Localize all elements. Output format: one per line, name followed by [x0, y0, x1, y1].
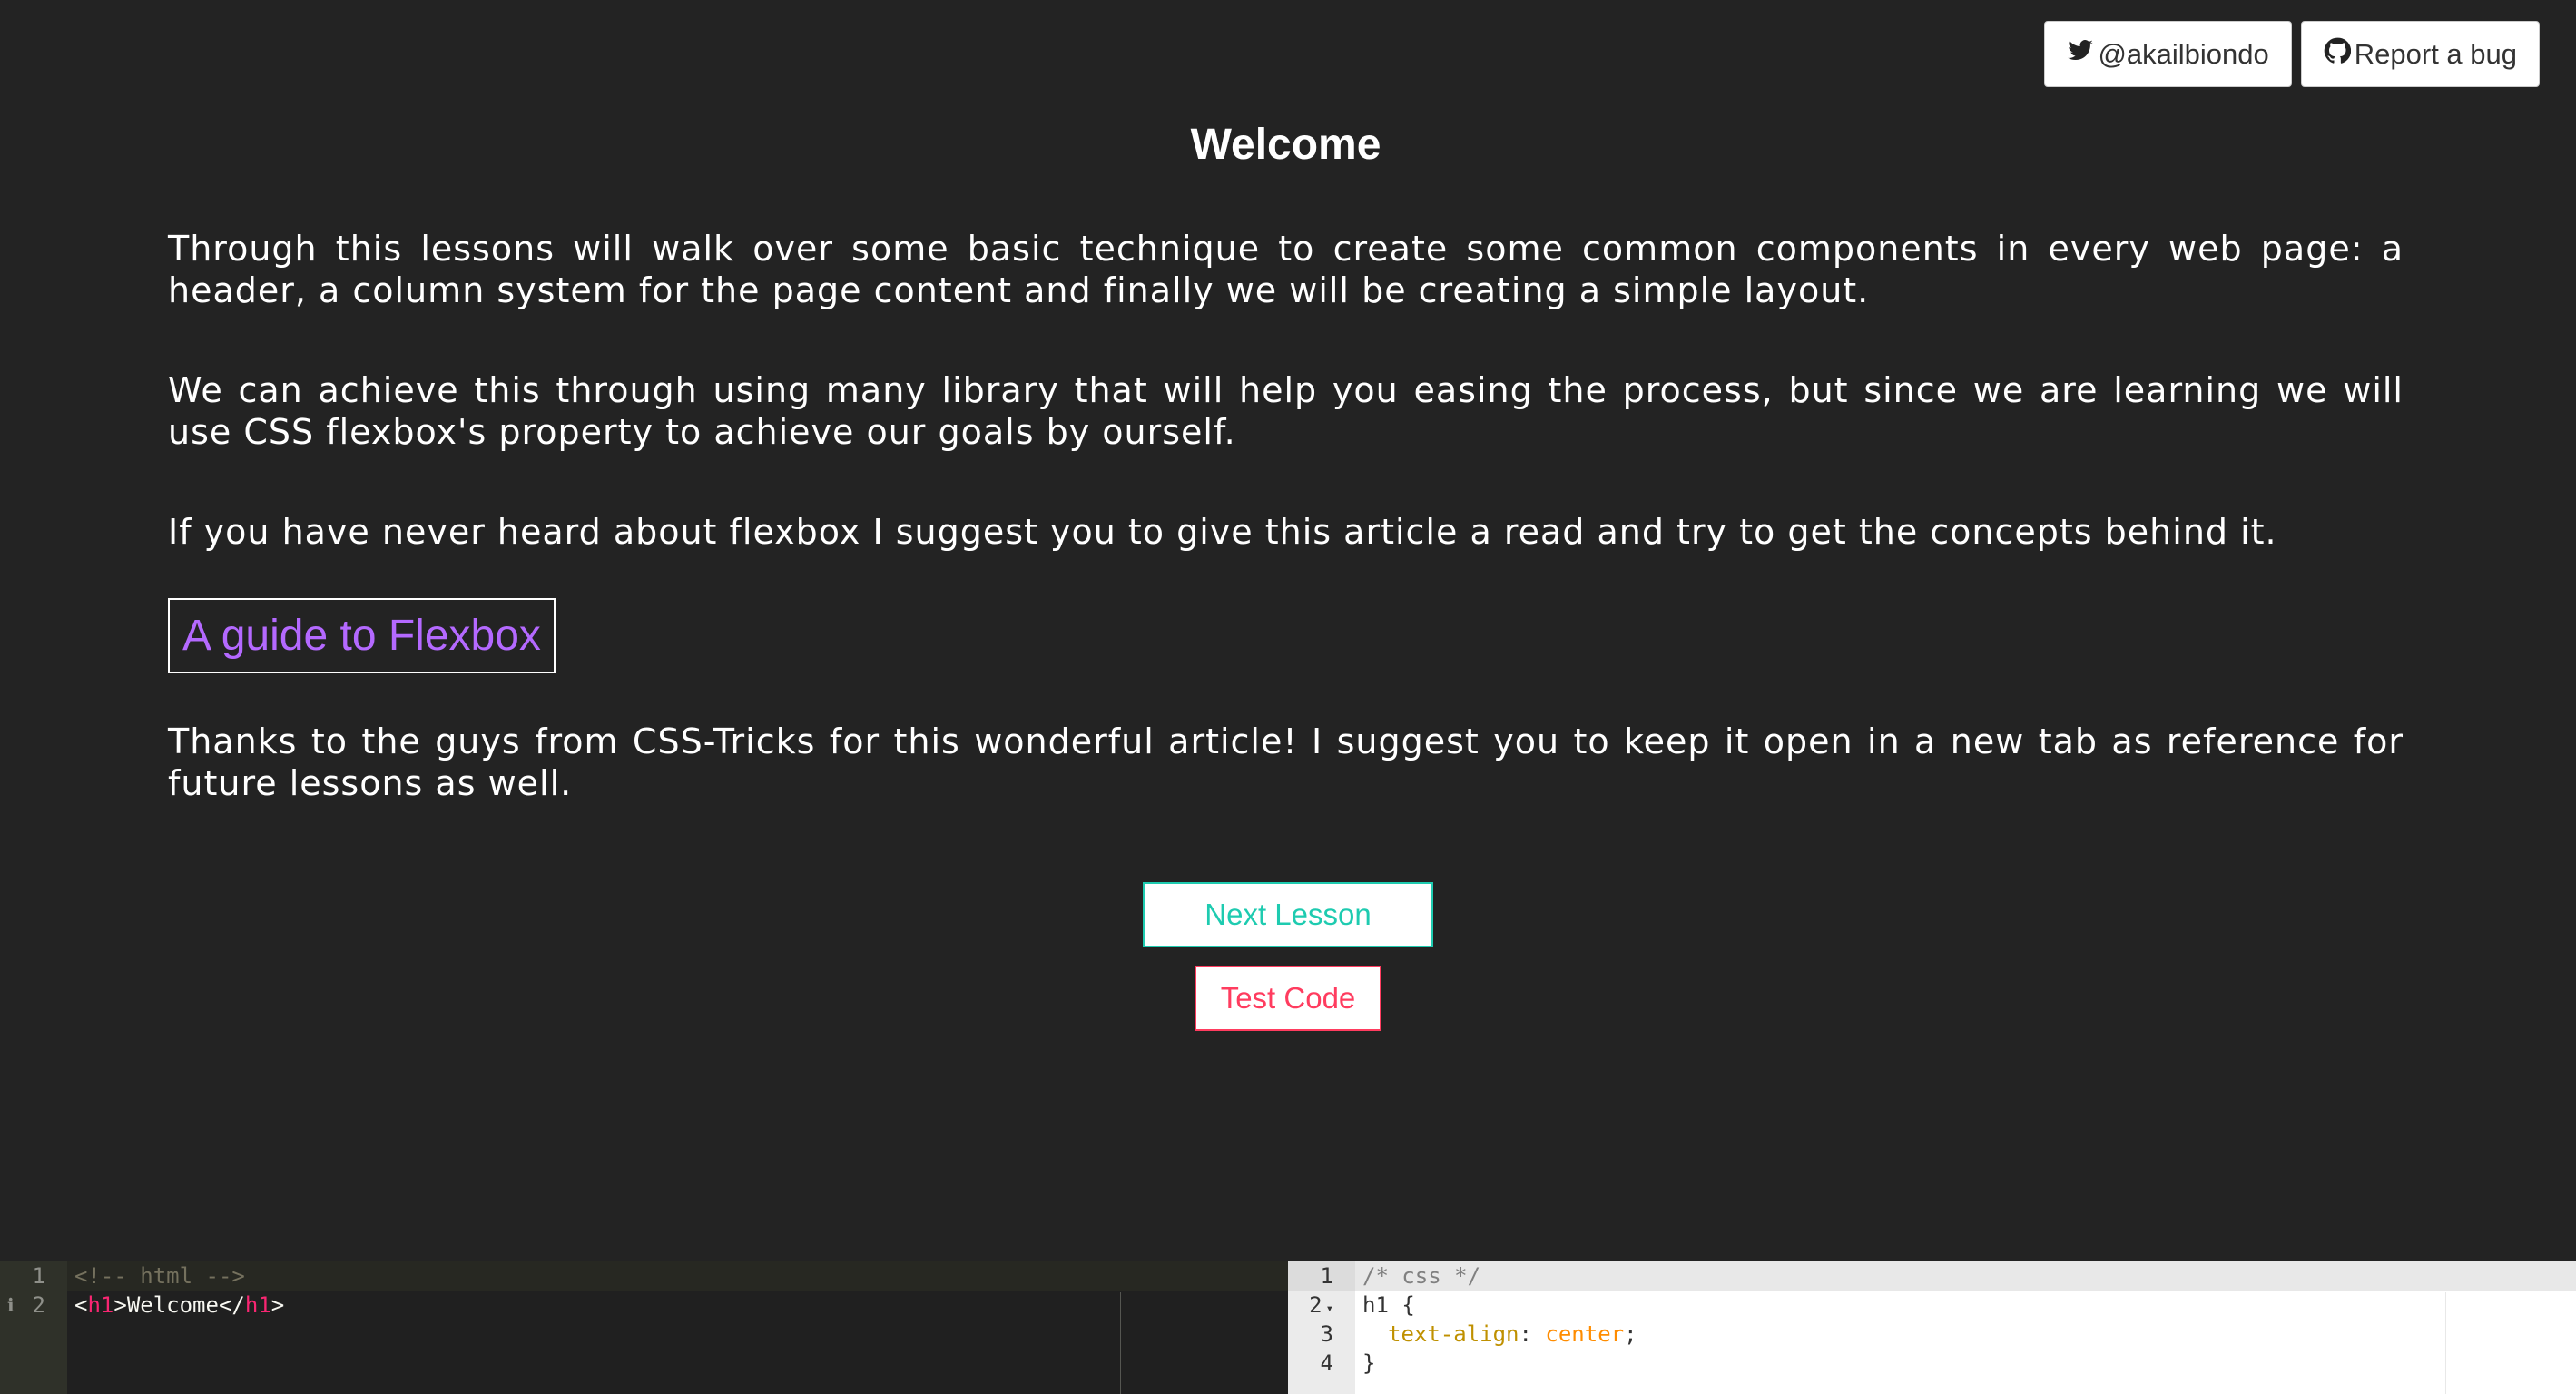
- css-editor-gutter: 1 2 ▾ 3 4: [1288, 1261, 1355, 1394]
- html-editor[interactable]: 1 ℹ2 <!-- html --> <h1>Welcome</h1>: [0, 1261, 1288, 1394]
- code-line-empty: [67, 1320, 1288, 1394]
- report-bug-button[interactable]: Report a bug: [2300, 21, 2540, 87]
- thanks-paragraph: Thanks to the guys from CSS-Tricks for t…: [168, 722, 2404, 803]
- line-number: 1: [32, 1263, 45, 1289]
- line-number: 1: [1288, 1261, 1355, 1291]
- twitter-label: @akailbiondo: [2098, 37, 2269, 70]
- library-paragraph: We can achieve this through using many l…: [168, 370, 2404, 452]
- line-number: 4: [1320, 1350, 1333, 1376]
- code-line: /* css */: [1355, 1261, 2576, 1291]
- fold-arrow-icon[interactable]: ▾: [1326, 1301, 1333, 1316]
- top-buttons: @akailbiondo Report a bug: [2044, 21, 2540, 87]
- lesson-page: @akailbiondo Report a bug Welcome Throug…: [0, 0, 2576, 1394]
- line-number: 3: [1320, 1321, 1333, 1347]
- code-line: }: [1362, 1350, 1376, 1376]
- code-line: text-align: center;: [1388, 1321, 1637, 1347]
- report-bug-label: Report a bug: [2354, 37, 2517, 70]
- line-number: 2 ▾: [1309, 1292, 1333, 1318]
- flexbox-paragraph: If you have never heard about flexbox I …: [168, 512, 2277, 552]
- twitter-icon: [2067, 37, 2094, 72]
- line-number: ℹ2: [7, 1292, 45, 1318]
- print-margin: [2445, 1292, 2446, 1394]
- github-icon: [2324, 37, 2351, 72]
- twitter-button[interactable]: @akailbiondo: [2044, 21, 2292, 87]
- flexbox-guide-link[interactable]: A guide to Flexbox: [168, 598, 556, 673]
- lesson-title: Welcome: [1190, 121, 1381, 169]
- html-editor-gutter: 1 ℹ2: [0, 1261, 67, 1394]
- html-code-area[interactable]: <!-- html --> <h1>Welcome</h1>: [67, 1261, 1288, 1394]
- intro-paragraph: Through this lessons will walk over some…: [168, 229, 2404, 310]
- code-editors: 1 ℹ2 <!-- html --> <h1>Welcome</h1> 1 2 ▾…: [0, 1261, 2576, 1394]
- css-code-area[interactable]: /* css */ h1 { text-align: center; }: [1355, 1261, 2576, 1394]
- code-line: h1 {: [1362, 1292, 1415, 1318]
- lesson-content: Welcome Through this lessons will walk o…: [168, 120, 2404, 862]
- info-icon: ℹ: [7, 1294, 15, 1316]
- print-margin: [1120, 1292, 1121, 1394]
- code-line: <!-- html -->: [74, 1263, 245, 1289]
- next-lesson-button[interactable]: Next Lesson: [1143, 882, 1433, 947]
- test-code-button[interactable]: Test Code: [1195, 966, 1381, 1031]
- css-editor[interactable]: 1 2 ▾ 3 4 /* css */ h1 { text-align: cent…: [1288, 1261, 2576, 1394]
- lesson-actions: Next Lesson Test Code: [0, 882, 2576, 1031]
- code-line: <h1>Welcome</h1>: [67, 1291, 1288, 1320]
